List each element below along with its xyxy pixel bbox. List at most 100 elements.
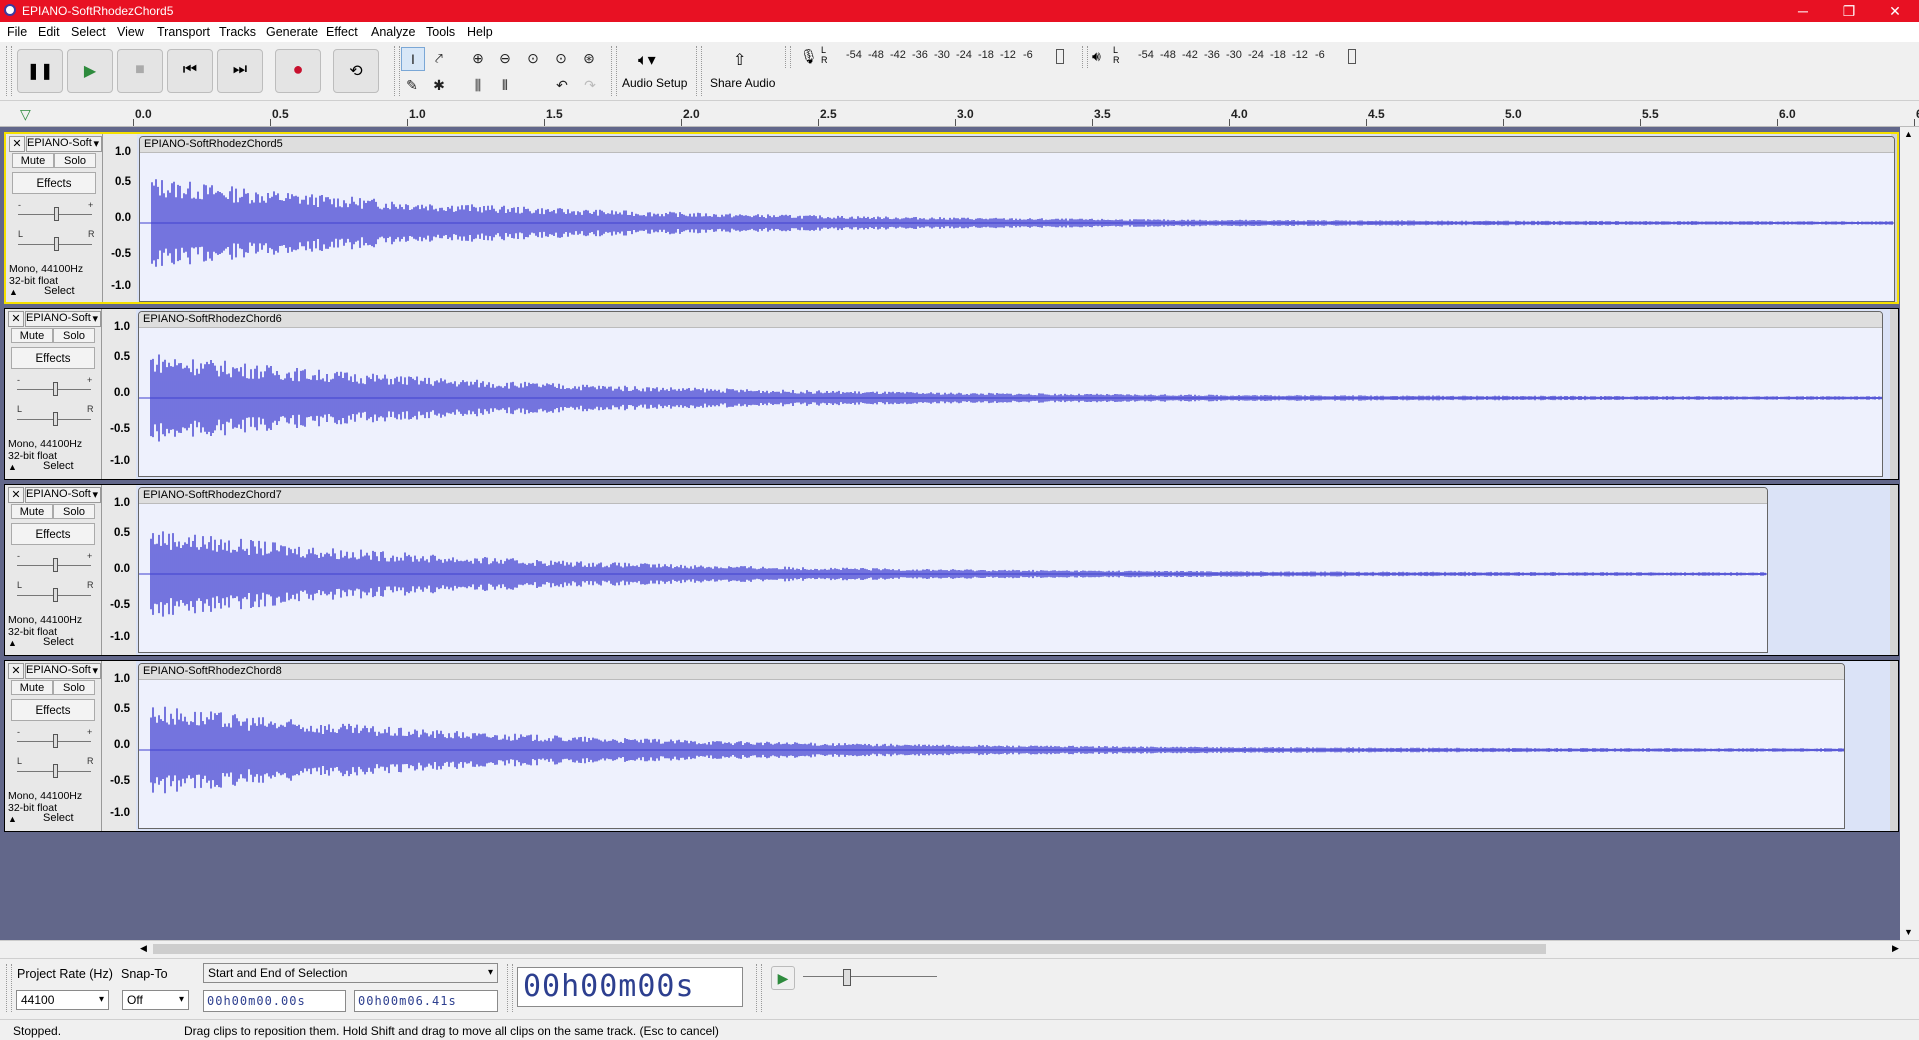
undo-icon[interactable]: ↶	[551, 74, 573, 96]
effects-button[interactable]: Effects	[12, 172, 96, 194]
amplitude-scale[interactable]: 1.0 0.5 0.0 -0.5 -1.0	[102, 661, 137, 831]
mute-button[interactable]: Mute	[11, 504, 53, 519]
snap-to-select[interactable]: Off ▾	[122, 990, 189, 1010]
collapse-track-icon[interactable]: ▲	[8, 638, 17, 648]
selection-start-time[interactable]: 00h00m00.00s	[203, 990, 346, 1012]
menu-file[interactable]: File	[7, 25, 27, 39]
close-track-icon[interactable]: ✕	[9, 136, 25, 152]
gain-slider-thumb[interactable]	[53, 558, 58, 572]
meter-slider-thumb[interactable]	[1056, 49, 1064, 64]
zoom-toggle-icon[interactable]: ⊛	[578, 47, 600, 69]
loop-button[interactable]: ⟲	[333, 49, 379, 93]
record-button[interactable]: ●	[275, 49, 321, 93]
menu-transport[interactable]: Transport	[157, 25, 210, 39]
mute-button[interactable]: Mute	[11, 328, 53, 343]
collapse-track-icon[interactable]: ▲	[9, 287, 18, 297]
playback-speed-thumb[interactable]	[843, 969, 851, 986]
toolbar-grip[interactable]	[507, 964, 513, 1012]
menu-effect[interactable]: Effect	[326, 25, 358, 39]
menu-analyze[interactable]: Analyze	[371, 25, 415, 39]
audio-track[interactable]: ✕ EPIANO-Soft ▾ Mute Solo Effects - + L R…	[4, 660, 1899, 832]
toolbar-grip[interactable]	[696, 46, 702, 96]
pan-slider-thumb[interactable]	[53, 764, 58, 778]
minimize-button[interactable]: ─	[1780, 0, 1826, 22]
mute-button[interactable]: Mute	[12, 153, 54, 168]
pan-slider-thumb[interactable]	[53, 588, 58, 602]
audio-setup-button[interactable]: 🔈︎▾ Audio Setup	[620, 48, 687, 94]
draw-tool-icon[interactable]: ✎	[401, 74, 423, 96]
silence-audio-icon[interactable]: ⫴	[494, 74, 516, 96]
zoom-in-icon[interactable]: ⊕	[467, 47, 489, 69]
solo-button[interactable]: Solo	[53, 504, 95, 519]
track-name-menu[interactable]: EPIANO-Soft ▾	[25, 311, 101, 327]
amplitude-scale[interactable]: 1.0 0.5 0.0 -0.5 -1.0	[103, 134, 138, 302]
play-at-speed-button[interactable]: ▶	[771, 966, 795, 990]
zoom-out-icon[interactable]: ⊖	[494, 47, 516, 69]
toolbar-grip[interactable]	[756, 964, 762, 1012]
solo-button[interactable]: Solo	[53, 680, 95, 695]
audio-clip[interactable]: EPIANO-SoftRhodezChord7	[138, 487, 1768, 653]
meter-slider-thumb[interactable]	[1348, 49, 1356, 64]
close-track-icon[interactable]: ✕	[8, 663, 24, 679]
menu-tracks[interactable]: Tracks	[219, 25, 256, 39]
solo-button[interactable]: Solo	[53, 328, 95, 343]
toolbar-grip[interactable]	[1082, 46, 1088, 68]
redo-icon[interactable]: ↷	[579, 74, 601, 96]
close-track-icon[interactable]: ✕	[8, 487, 24, 503]
scroll-down-icon[interactable]: ▼	[1904, 927, 1913, 937]
fit-selection-icon[interactable]: ⊙	[522, 47, 544, 69]
trim-audio-icon[interactable]: ⫼	[467, 74, 489, 96]
scroll-right-icon[interactable]: ▶	[1892, 943, 1899, 954]
track-control-panel[interactable]: ✕ EPIANO-Soft ▾ Mute Solo Effects - + L R…	[5, 661, 102, 831]
amplitude-scale[interactable]: 1.0 0.5 0.0 -0.5 -1.0	[102, 485, 137, 655]
skip-to-end-button[interactable]: ⏭	[217, 49, 263, 93]
playback-speaker-icon[interactable]: 🔊︎	[1092, 48, 1101, 65]
clip-name[interactable]: EPIANO-SoftRhodezChord7	[139, 488, 1767, 504]
select-track-button[interactable]: Select	[43, 812, 74, 824]
menu-generate[interactable]: Generate	[266, 25, 318, 39]
timeline-options-icon[interactable]: ▽	[20, 106, 31, 123]
collapse-track-icon[interactable]: ▲	[8, 462, 17, 472]
pan-slider-thumb[interactable]	[54, 237, 59, 251]
select-track-button[interactable]: Select	[43, 460, 74, 472]
selection-tool-icon[interactable]: I	[401, 47, 425, 71]
scroll-up-icon[interactable]: ▲	[1904, 129, 1913, 139]
effects-button[interactable]: Effects	[11, 523, 95, 545]
multi-tool-icon[interactable]: ✱	[428, 74, 450, 96]
pause-button[interactable]: ❚❚	[17, 49, 63, 93]
audio-position-display[interactable]: 00h00m00s	[517, 967, 743, 1007]
audio-clip[interactable]: EPIANO-SoftRhodezChord5	[139, 136, 1895, 302]
collapse-track-icon[interactable]: ▲	[8, 814, 17, 824]
audio-clip[interactable]: EPIANO-SoftRhodezChord8	[138, 663, 1845, 829]
toolbar-grip[interactable]	[6, 964, 12, 1012]
gain-slider-thumb[interactable]	[53, 382, 58, 396]
track-control-panel[interactable]: ✕ EPIANO-Soft ▾ Mute Solo Effects - + L R…	[5, 309, 102, 479]
audio-track[interactable]: ✕ EPIANO-Soft ▾ Mute Solo Effects - + L R…	[4, 484, 1899, 656]
record-meter[interactable]: -54 -48 -42 -36 -30 -24 -18 -12 -6	[830, 46, 1070, 66]
selection-end-time[interactable]: 00h00m06.41s	[354, 990, 498, 1012]
track-control-panel[interactable]: ✕ EPIANO-Soft ▾ Mute Solo Effects - + L R…	[5, 485, 102, 655]
menu-view[interactable]: View	[117, 25, 144, 39]
clip-name[interactable]: EPIANO-SoftRhodezChord8	[139, 664, 1844, 680]
audio-clip[interactable]: EPIANO-SoftRhodezChord6	[138, 311, 1883, 477]
menu-help[interactable]: Help	[467, 25, 493, 39]
track-control-panel[interactable]: ✕ EPIANO-Soft ▾ Mute Solo Effects - + L R…	[6, 134, 103, 302]
horizontal-scrollbar[interactable]: ◀ ▶	[0, 940, 1919, 958]
skip-to-start-button[interactable]: ⏮	[167, 49, 213, 93]
close-window-button[interactable]: ✕	[1872, 0, 1918, 22]
share-audio-button[interactable]: ⇧ Share Audio	[705, 48, 779, 94]
effects-button[interactable]: Effects	[11, 699, 95, 721]
gain-slider-thumb[interactable]	[54, 207, 59, 221]
microphone-icon[interactable]: 🎙︎	[800, 48, 818, 65]
stop-button[interactable]: ■	[117, 49, 163, 93]
track-name-menu[interactable]: EPIANO-Soft ▾	[25, 663, 101, 679]
mute-button[interactable]: Mute	[11, 680, 53, 695]
fit-project-icon[interactable]: ⊙	[550, 47, 572, 69]
pan-slider-thumb[interactable]	[53, 412, 58, 426]
gain-slider-thumb[interactable]	[53, 734, 58, 748]
menu-edit[interactable]: Edit	[38, 25, 60, 39]
toolbar-grip[interactable]	[6, 46, 12, 96]
amplitude-scale[interactable]: 1.0 0.5 0.0 -0.5 -1.0	[102, 309, 137, 479]
restore-button[interactable]: ❐	[1826, 0, 1872, 22]
track-name-menu[interactable]: EPIANO-Soft ▾	[25, 487, 101, 503]
